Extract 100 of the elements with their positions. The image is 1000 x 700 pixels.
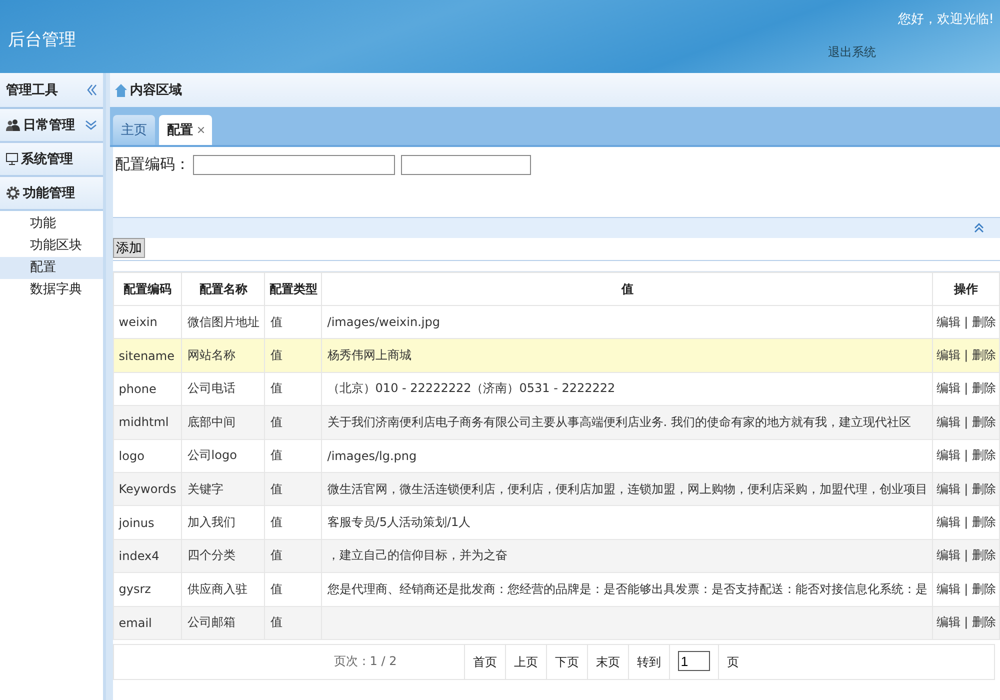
table-cell: email <box>113 606 182 640</box>
greeting-text: 您好，欢迎光临! <box>898 11 994 28</box>
edit-link[interactable]: 编辑 <box>936 582 960 596</box>
add-button[interactable]: 添加 <box>112 238 145 258</box>
separator-text: | <box>964 314 968 329</box>
table-cell: 供应商入驻 <box>182 572 265 606</box>
page-link[interactable]: 首页 <box>464 644 505 679</box>
table-cell: 值 <box>264 572 322 606</box>
menu-item[interactable]: 配置 <box>0 257 103 279</box>
page-input[interactable]: 1 <box>678 651 710 672</box>
monitor-icon <box>6 153 18 165</box>
home-icon <box>114 84 127 96</box>
edit-link[interactable]: 编辑 <box>936 482 960 496</box>
users-icon <box>6 119 20 131</box>
menu-item[interactable]: 数据字典 <box>0 279 103 301</box>
delete-link[interactable]: 删除 <box>972 548 996 562</box>
table-cell: 底部中间 <box>182 406 265 440</box>
table-cell: ，建立自己的信仰目标，并为之奋 <box>322 539 933 573</box>
delete-link[interactable]: 删除 <box>972 381 996 396</box>
edit-link[interactable]: 编辑 <box>936 348 960 362</box>
page-link[interactable]: 上页 <box>504 644 546 679</box>
table-cell: 公司logo <box>182 439 265 472</box>
delete-link[interactable]: 删除 <box>972 615 996 630</box>
separator-text: | <box>964 548 968 562</box>
table-cell: 四个分类 <box>182 539 265 573</box>
edit-link[interactable]: 编辑 <box>936 448 960 462</box>
column-header: 配置类型 <box>264 272 322 306</box>
table-cell: 关于我们济南便利店电子商务有限公司主要从事高端便利店业务. 我们的使命有家的地方就有我，建立现代社区 <box>322 406 933 440</box>
tab[interactable]: 主页 <box>112 115 155 145</box>
column-header: 操作 <box>932 272 1000 306</box>
sidebar-title: 管理工具 <box>6 82 58 99</box>
table-cell: 客服专员/5人活动策划/1人 <box>322 506 933 540</box>
table-cell: 值 <box>264 506 322 540</box>
delete-link[interactable]: 删除 <box>972 515 996 530</box>
edit-link[interactable]: 编辑 <box>936 314 960 329</box>
table-cell: gysrz <box>113 572 182 606</box>
menu-item[interactable]: 功能 <box>0 213 103 235</box>
menu-item[interactable]: 功能区块 <box>0 235 103 257</box>
edit-link[interactable]: 编辑 <box>936 515 960 530</box>
separator-text: | <box>964 381 968 396</box>
table-cell: joinus <box>113 506 182 540</box>
page-link[interactable]: 末页 <box>586 644 628 679</box>
separator-text: | <box>964 615 968 630</box>
table-cell: 值 <box>264 472 322 506</box>
tab[interactable]: 配置 <box>158 115 212 145</box>
menu-group[interactable]: 系统管理 <box>0 143 103 177</box>
collapse-icon[interactable] <box>86 84 97 96</box>
separator-text: | <box>964 582 968 596</box>
code-input[interactable] <box>192 155 395 175</box>
edit-link[interactable]: 编辑 <box>936 548 960 562</box>
page-link[interactable]: 下页 <box>546 644 587 679</box>
menu-group[interactable]: 功能管理 <box>0 177 103 211</box>
column-header: 配置编码 <box>113 272 182 306</box>
gear-icon <box>6 186 20 200</box>
delete-link[interactable]: 删除 <box>972 582 996 596</box>
table-cell: logo <box>113 439 182 472</box>
table-cell: index4 <box>113 539 182 573</box>
table-cell: sitename <box>113 338 182 372</box>
table-cell: 值 <box>264 406 322 440</box>
table-cell: 关键字 <box>182 472 265 506</box>
edit-link[interactable]: 编辑 <box>936 414 960 429</box>
table-cell: 公司邮箱 <box>182 606 265 640</box>
page-info: 页次：1 / 2 <box>334 653 398 670</box>
edit-link[interactable]: 编辑 <box>936 381 960 396</box>
table-cell: /images/lg.png <box>322 439 933 472</box>
menu-group[interactable]: 日常管理 <box>0 109 103 143</box>
separator-text: | <box>964 348 968 362</box>
chevron-down-icon <box>84 120 97 130</box>
collapse-up-icon[interactable] <box>974 223 984 233</box>
delete-link[interactable]: 删除 <box>972 314 996 329</box>
close-icon[interactable] <box>198 127 204 133</box>
table-cell: midhtml <box>113 406 182 440</box>
delete-link[interactable]: 删除 <box>972 448 996 462</box>
table-cell: 值 <box>264 606 322 640</box>
separator-text: | <box>964 448 968 462</box>
column-header: 值 <box>322 272 933 306</box>
table-cell: 值 <box>264 338 322 372</box>
delete-link[interactable]: 删除 <box>972 414 996 429</box>
delete-link[interactable]: 删除 <box>972 348 996 362</box>
logout-link[interactable]: 退出系统 <box>828 44 876 61</box>
table-cell: Keywords <box>113 472 182 506</box>
field-label: 配置编码： <box>114 155 190 174</box>
table-cell: 杨秀伟网上商城 <box>322 338 933 372</box>
text-input[interactable] <box>400 155 531 175</box>
table-cell: 网站名称 <box>182 338 265 372</box>
delete-link[interactable]: 删除 <box>972 482 996 496</box>
separator-text: | <box>964 482 968 496</box>
app-title: 后台管理 <box>8 29 76 51</box>
table-cell: 您是代理商、经销商还是批发商：您经营的品牌是：是否能够出具发票：是否支持配送：能否对接信息化系统：是 <box>322 572 933 606</box>
page-unit: 页 <box>718 644 747 679</box>
column-header: 配置名称 <box>182 272 265 306</box>
goto-label: 转到 <box>628 644 669 679</box>
separator-text: | <box>964 414 968 429</box>
table-cell: 加入我们 <box>182 506 265 540</box>
table-cell: 值 <box>264 439 322 472</box>
content-title: 内容区域 <box>130 82 182 99</box>
table-cell: 微生活官网，微生活连锁便利店，便利店，便利店加盟，连锁加盟，网上购物，便利店采购，加盟代理，创业项目 <box>322 472 933 506</box>
edit-link[interactable]: 编辑 <box>936 615 960 630</box>
separator-text: | <box>964 515 968 530</box>
table-cell: 值 <box>264 539 322 573</box>
